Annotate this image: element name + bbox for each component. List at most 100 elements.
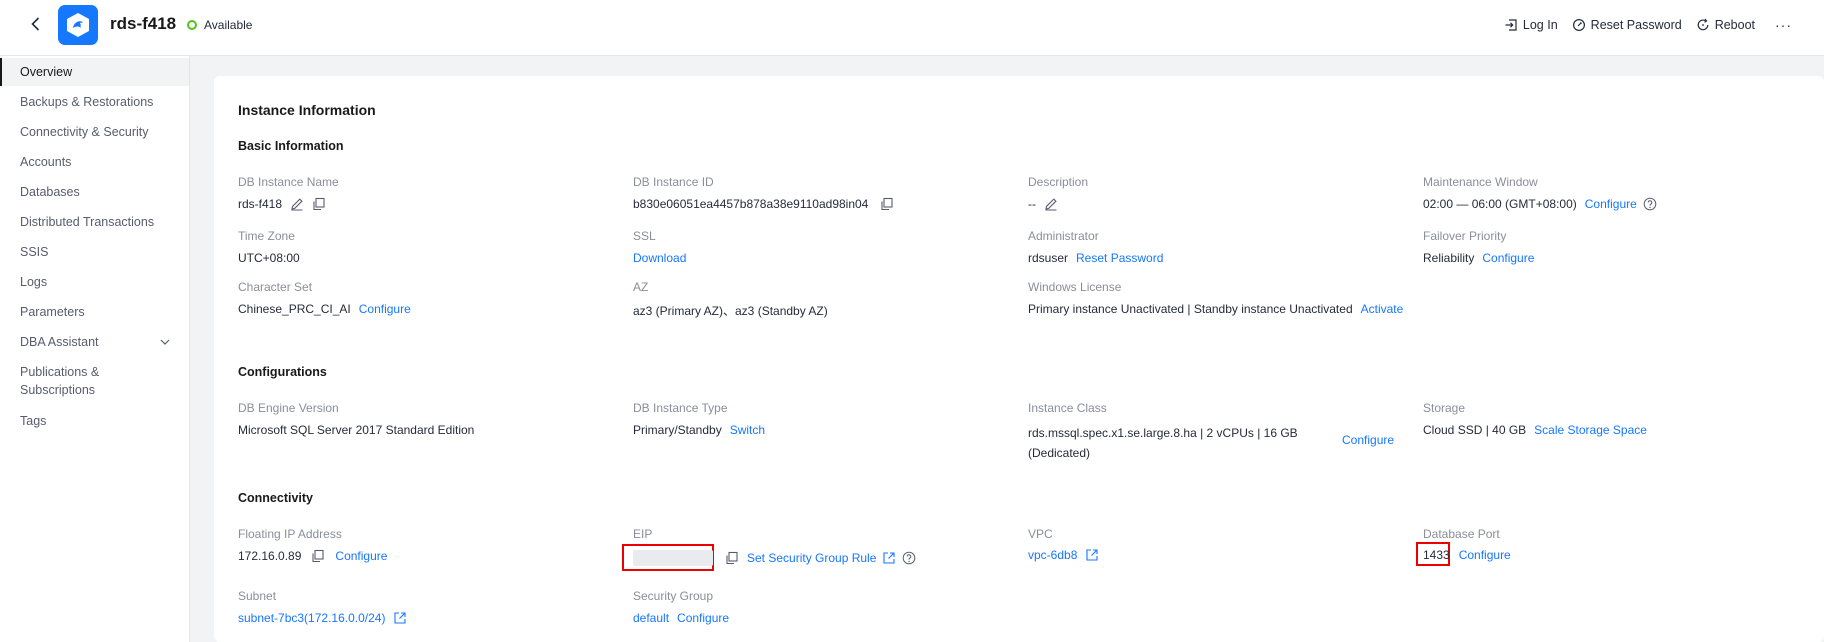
instance-class-configure: Configure [1342, 433, 1394, 447]
character-set-label: Character Set [238, 280, 313, 294]
engine-version-value: Microsoft SQL Server 2017 Standard Editi… [238, 423, 475, 437]
chevron-down-icon [160, 339, 170, 345]
status-badge: Available [187, 18, 252, 32]
character-set-value: Chinese_PRC_CI_AI Configure [238, 302, 411, 316]
set-security-group-rule-link[interactable]: Set Security Group Rule [747, 551, 876, 565]
vpc-value: vpc-6db8 [1028, 548, 1099, 562]
administrator-label: Administrator [1028, 229, 1099, 243]
copy-icon[interactable] [725, 551, 739, 565]
section-title: Instance Information [238, 102, 376, 118]
external-link-icon[interactable] [393, 611, 407, 625]
rds-logo-icon [58, 5, 98, 45]
sidebar-item-label: Subscriptions [20, 383, 96, 397]
az-label: AZ [633, 280, 649, 294]
instance-type-label: DB Instance Type [633, 401, 728, 415]
vpc-link[interactable]: vpc-6db8 [1028, 548, 1077, 562]
reset-password-label: Reset Password [1590, 18, 1682, 32]
instance-type-value: Primary/Standby Switch [633, 423, 766, 437]
sidebar-item-tags[interactable]: Tags [0, 412, 189, 430]
sidebar-item-distributed-transactions[interactable]: Distributed Transactions [0, 213, 189, 231]
sidebar-item-label: Publications & [20, 365, 100, 379]
sidebar-item-logs[interactable]: Logs [0, 273, 189, 291]
database-port-value: 1433 Configure [1423, 548, 1511, 562]
sidebar-item-connectivity[interactable]: Connectivity & Security [0, 123, 189, 141]
administrator-value: rdsuser Reset Password [1028, 251, 1164, 265]
eip-label: EIP [633, 527, 653, 541]
eip-value: Set Security Group Rule [633, 550, 916, 566]
failover-configure-link[interactable]: Configure [1482, 251, 1534, 265]
login-button[interactable]: Log In [1504, 18, 1558, 32]
time-zone-label: Time Zone [238, 229, 295, 243]
instance-type-switch-link[interactable]: Switch [730, 423, 765, 437]
instance-class-label: Instance Class [1028, 401, 1107, 415]
charset-configure-link[interactable]: Configure [359, 302, 411, 316]
storage-label: Storage [1423, 401, 1466, 415]
edit-icon[interactable] [290, 197, 304, 211]
security-group-configure-link[interactable]: Configure [677, 611, 729, 625]
floating-ip-label: Floating IP Address [238, 527, 342, 541]
more-actions-button[interactable]: ··· [1775, 17, 1792, 33]
external-link-icon[interactable] [882, 551, 896, 565]
subnet-link[interactable]: subnet-7bc3(172.16.0.0/24) [238, 611, 385, 625]
description-label: Description [1028, 175, 1089, 189]
instance-id-value: b830e06051ea4457b878a38e9110ad98in04 [633, 197, 894, 211]
instance-class-value: rds.mssql.spec.x1.se.large.8.ha | 2 vCPU… [1028, 426, 1298, 460]
basic-info-title: Basic Information [238, 139, 344, 153]
login-label: Log In [1522, 18, 1558, 32]
security-group-link[interactable]: default [633, 611, 669, 625]
sidebar-item-databases[interactable]: Databases [0, 183, 189, 201]
copy-icon[interactable] [311, 549, 325, 563]
edit-icon[interactable] [1044, 197, 1058, 211]
page-title: rds-f418 [110, 14, 177, 33]
ssl-label: SSL [633, 229, 656, 243]
instance-id-label: DB Instance ID [633, 175, 714, 189]
windows-license-label: Windows License [1028, 280, 1122, 294]
instance-class-configure-link[interactable]: Configure [1342, 433, 1394, 447]
sidebar-item-ssis[interactable]: SSIS [0, 243, 189, 261]
reboot-label: Reboot [1714, 18, 1755, 32]
sidebar-item-label: DBA Assistant [20, 335, 99, 349]
failover-priority-label: Failover Priority [1423, 229, 1507, 243]
floating-ip-configure-link[interactable]: Configure [335, 549, 387, 563]
database-port-label: Database Port [1423, 527, 1500, 541]
engine-version-label: DB Engine Version [238, 401, 339, 415]
reboot-button[interactable]: Reboot [1696, 18, 1755, 32]
reset-password-icon [1572, 18, 1585, 32]
external-link-icon[interactable] [1085, 548, 1099, 562]
maintenance-configure-link[interactable]: Configure [1585, 197, 1637, 211]
sidebar-item-backups[interactable]: Backups & Restorations [0, 93, 189, 111]
admin-reset-password-link[interactable]: Reset Password [1076, 251, 1163, 265]
ssl-download-link[interactable]: Download [633, 251, 686, 265]
sidebar-item-publications[interactable]: Publications & Subscriptions [0, 363, 189, 399]
windows-license-value: Primary instance Unactivated | Standby i… [1028, 302, 1404, 316]
reset-password-button[interactable]: Reset Password [1572, 18, 1682, 32]
help-icon[interactable] [1643, 197, 1657, 211]
maintenance-window-label: Maintenance Window [1423, 175, 1538, 189]
instance-info-panel: Instance Information Basic Information D… [214, 76, 1824, 642]
license-activate-link[interactable]: Activate [1361, 302, 1404, 316]
configurations-title: Configurations [238, 365, 327, 379]
copy-icon[interactable] [312, 197, 326, 211]
storage-value: Cloud SSD | 40 GB Scale Storage Space [1423, 423, 1647, 437]
eip-masked-value [633, 550, 713, 566]
sidebar-item-parameters[interactable]: Parameters [0, 303, 189, 321]
instance-name-value: rds-f418 [238, 197, 326, 211]
description-value: -- [1028, 197, 1058, 211]
scale-storage-link[interactable]: Scale Storage Space [1534, 423, 1647, 437]
sidebar-item-dba-assistant[interactable]: DBA Assistant [0, 333, 189, 351]
sidebar-item-accounts[interactable]: Accounts [0, 153, 189, 171]
security-group-label: Security Group [633, 589, 714, 603]
sidebar-item-overview[interactable]: Overview [0, 58, 189, 86]
port-configure-link[interactable]: Configure [1459, 548, 1511, 562]
back-arrow-icon[interactable] [26, 14, 46, 34]
sidebar: Overview Backups & Restorations Connecti… [0, 56, 190, 642]
reboot-icon [1697, 18, 1709, 31]
connectivity-title: Connectivity [238, 491, 314, 505]
subnet-value: subnet-7bc3(172.16.0.0/24) [238, 611, 407, 625]
instance-name-label: DB Instance Name [238, 175, 339, 189]
time-zone-value: UTC+08:00 [238, 251, 300, 265]
maintenance-window-value: 02:00 — 06:00 (GMT+08:00) Configure [1423, 197, 1657, 211]
ssl-value: Download [633, 251, 686, 265]
copy-icon[interactable] [880, 197, 894, 211]
help-icon[interactable] [902, 551, 916, 565]
